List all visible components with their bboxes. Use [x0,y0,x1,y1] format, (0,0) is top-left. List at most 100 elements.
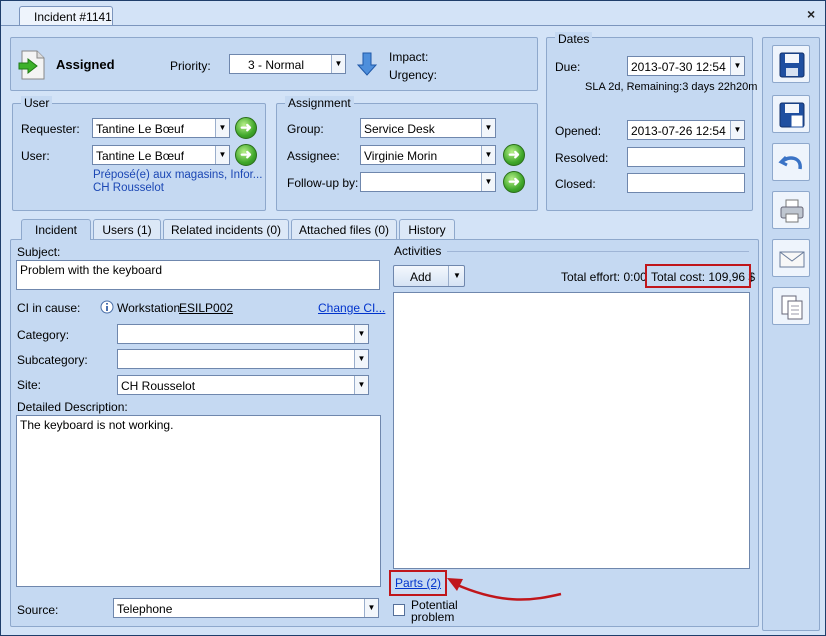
floppy-disk-close-icon [779,102,805,128]
priority-value: 3 - Normal [248,58,305,72]
due-label: Due: [555,60,581,74]
subject-field[interactable]: Problem with the keyboard [16,260,380,290]
description-field[interactable]: The keyboard is not working. [16,415,381,587]
dates-title: Dates [555,32,593,46]
copy-document-icon [781,295,803,320]
floppy-disk-icon [779,52,805,78]
email-button[interactable] [772,239,810,277]
opened-label: Opened: [555,124,602,138]
activities-title: Activities [394,244,442,258]
ci-label: CI in cause: [17,301,81,315]
subcategory-select[interactable]: ▼ [117,349,369,369]
undo-icon [778,155,802,170]
user-go-arrow-icon[interactable]: ➜ [235,144,257,166]
dates-panel: Dates Due: 2013-07-30 12:54 ▼ SLA 2d, Re… [546,32,757,211]
followup-select[interactable]: ▼ [360,172,496,192]
group-label: Group: [287,122,324,136]
tab-users[interactable]: Users (1) [93,219,161,239]
chevron-down-icon[interactable]: ▼ [448,266,465,286]
potential-problem-checkbox[interactable] [393,604,405,616]
undo-button[interactable] [772,143,810,181]
requester-go-arrow-icon[interactable]: ➜ [235,117,257,139]
change-ci-link[interactable]: Change CI... [318,301,385,315]
print-button[interactable] [772,191,810,229]
subcategory-label: Subcategory: [17,353,88,367]
user-label: User: [21,149,50,163]
tab-history[interactable]: History [399,219,455,239]
closed-label: Closed: [555,177,596,191]
tab-divider [1,25,825,26]
total-effort: Total effort: 0:00 [561,270,647,284]
group-select[interactable]: Service Desk ▼ [360,118,496,138]
resolved-date-field[interactable] [627,147,745,167]
assignment-panel: Assignment Group: Service Desk ▼ Assigne… [276,96,538,211]
window-tab[interactable]: Incident #1141 [19,6,113,26]
ci-name-link[interactable]: ESILP002 [179,301,233,315]
chevron-down-icon[interactable]: ▼ [364,599,378,617]
assigned-status-icon [18,50,45,80]
subject-label: Subject: [17,245,61,259]
info-icon [100,300,114,314]
add-activity-button[interactable]: Add ▼ [393,265,465,287]
followup-label: Follow-up by: [287,176,359,190]
requester-label: Requester: [21,122,80,136]
ci-type: Workstation [117,301,181,315]
chevron-down-icon[interactable]: ▼ [730,121,744,139]
group-value: Service Desk [364,122,435,136]
chevron-down-icon[interactable]: ▼ [481,173,495,191]
assignee-value: Virginie Morin [364,149,438,163]
closed-date-field[interactable] [627,173,745,193]
priority-label: Priority: [170,59,211,73]
total-cost-highlight [645,264,751,288]
user-select[interactable]: Tantine Le Bœuf ▼ [92,145,230,165]
chevron-down-icon[interactable]: ▼ [354,325,368,343]
category-label: Category: [17,328,70,342]
priority-down-arrow-icon [357,52,377,76]
due-date-value: 2013-07-30 12:54 [631,60,726,74]
opened-date-picker[interactable]: 2013-07-26 12:54 ▼ [627,120,745,140]
impact-label: Impact: [389,50,429,64]
chevron-down-icon[interactable]: ▼ [215,119,229,137]
chevron-down-icon[interactable]: ▼ [481,119,495,137]
assignee-go-arrow-icon[interactable]: ➜ [503,144,525,166]
requester-value: Tantine Le Bœuf [96,122,185,136]
user-value: Tantine Le Bœuf [96,149,185,163]
priority-select[interactable]: 3 - Normal ▼ [229,54,346,74]
user-panel: User Requester: Tantine Le Bœuf ▼ ➜ User… [12,96,266,211]
copy-button[interactable] [772,287,810,325]
chevron-down-icon[interactable]: ▼ [354,376,368,394]
chevron-down-icon[interactable]: ▼ [354,350,368,368]
assignment-title: Assignment [285,96,354,110]
site-value: CH Rousselot [121,379,196,393]
user-site-info: CH Rousselot [93,182,164,194]
site-select[interactable]: CH Rousselot ▼ [117,375,369,395]
chevron-down-icon[interactable]: ▼ [215,146,229,164]
tab-related-incidents[interactable]: Related incidents (0) [163,219,289,239]
tab-attached-files[interactable]: Attached files (0) [291,219,397,239]
save-and-close-button[interactable] [772,95,810,133]
tab-incident[interactable]: Incident [21,219,91,240]
due-date-picker[interactable]: 2013-07-30 12:54 ▼ [627,56,745,76]
requester-select[interactable]: Tantine Le Bœuf ▼ [92,118,230,138]
close-icon[interactable]: × [807,6,815,22]
status-label: Assigned [56,57,115,72]
header-panel: Assigned Priority: 3 - Normal ▼ Impact: … [10,37,538,91]
urgency-label: Urgency: [389,68,438,82]
assignee-label: Assignee: [287,149,340,163]
potential-problem-label: Potential problem [411,598,458,624]
subject-value: Problem with the keyboard [20,263,163,277]
incident-window: Incident #1141 × Assigned Priority: 3 - … [0,0,826,636]
save-button[interactable] [772,45,810,83]
parts-link-highlight [389,570,447,596]
envelope-icon [779,251,805,268]
user-job-info: Préposé(e) aux magasins, Infor... [93,169,263,181]
chevron-down-icon[interactable]: ▼ [730,57,744,75]
activities-list[interactable] [393,292,750,569]
chevron-down-icon[interactable]: ▼ [331,55,345,73]
assignee-select[interactable]: Virginie Morin ▼ [360,145,496,165]
followup-go-arrow-icon[interactable]: ➜ [503,171,525,193]
category-select[interactable]: ▼ [117,324,369,344]
chevron-down-icon[interactable]: ▼ [481,146,495,164]
site-label: Site: [17,378,42,392]
source-select[interactable]: Telephone ▼ [113,598,379,618]
